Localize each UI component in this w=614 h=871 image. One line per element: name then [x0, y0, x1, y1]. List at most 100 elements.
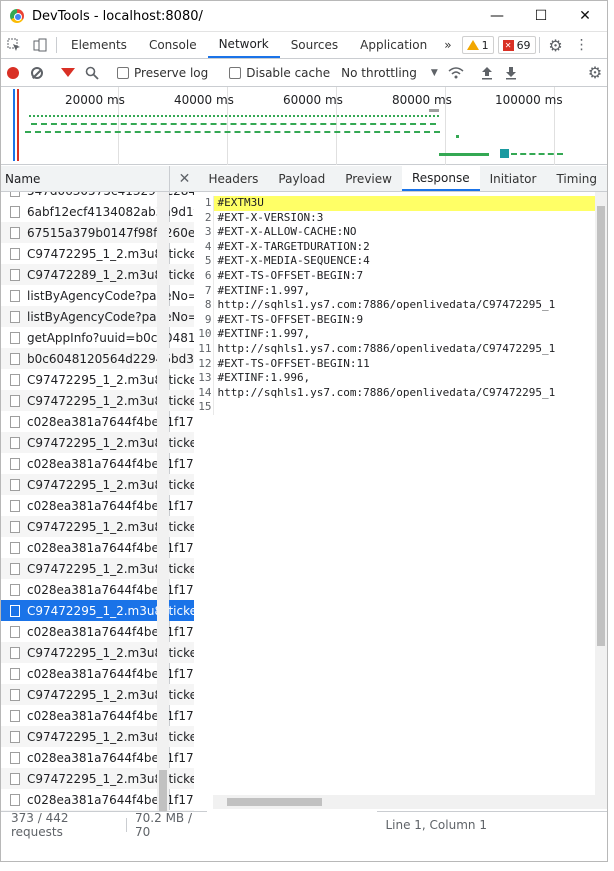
maximize-button[interactable]: ☐	[519, 1, 563, 32]
response-vertical-scrollbar[interactable]	[595, 192, 607, 809]
waterfall-bar	[511, 153, 563, 155]
disable-cache-checkbox[interactable]	[229, 66, 242, 79]
response-line: #EXTINF:1.997,	[217, 327, 311, 341]
throttling-select[interactable]: No throttling	[341, 66, 417, 80]
line-number: 2	[204, 210, 212, 224]
tick-label: 20000 ms	[65, 93, 125, 107]
clear-button[interactable]	[25, 59, 49, 87]
tick-label: 60000 ms	[283, 93, 343, 107]
preserve-log-checkbox[interactable]	[117, 66, 129, 79]
upload-icon	[481, 66, 492, 79]
details-tabbar: ✕ Headers Payload Preview Response Initi…	[170, 166, 607, 192]
load-event-marker	[17, 89, 19, 161]
response-line: #EXT-TS-OFFSET-BEGIN:11	[217, 356, 370, 370]
row-checkbox	[10, 436, 20, 449]
cursor-position: Line 1, Column 1	[385, 817, 487, 832]
response-line	[214, 400, 595, 415]
line-number: 11	[198, 341, 212, 355]
more-options-icon[interactable]: ⋮	[569, 32, 595, 58]
line-number: 6	[204, 268, 212, 282]
row-checkbox	[10, 192, 20, 197]
row-checkbox	[10, 541, 20, 554]
chevron-down-icon: ▼	[430, 67, 438, 78]
record-button[interactable]	[1, 59, 25, 87]
device-toolbar-icon[interactable]	[27, 32, 53, 58]
filter-icon	[61, 68, 75, 77]
tab-preview[interactable]: Preview	[335, 166, 402, 191]
response-horizontal-scrollbar[interactable]	[213, 795, 595, 809]
row-checkbox	[10, 373, 20, 386]
line-number: 5	[204, 254, 212, 268]
settings-gear-icon[interactable]: ⚙	[543, 32, 569, 58]
network-conditions-button[interactable]	[444, 59, 468, 87]
response-line: #EXTINF:1.997,	[217, 283, 311, 297]
waterfall-bar	[429, 109, 439, 112]
close-details-icon[interactable]: ✕	[170, 166, 198, 191]
response-content[interactable]: #EXTM3U #EXT-X-VERSION:3 #EXT-X-ALLOW-CACH…	[213, 196, 595, 415]
timeline-overview[interactable]: 20000 ms 40000 ms 60000 ms 80000 ms 1000…	[1, 87, 607, 165]
line-number: 9	[204, 312, 212, 326]
import-har-button[interactable]	[475, 59, 499, 87]
row-checkbox	[10, 793, 20, 806]
row-checkbox	[10, 499, 20, 512]
wifi-settings-icon	[448, 66, 464, 78]
request-list-scrollbar[interactable]	[157, 192, 170, 837]
warnings-count: 1	[481, 38, 489, 52]
line-number: 3	[204, 225, 212, 239]
row-checkbox	[10, 268, 20, 281]
tab-sources[interactable]: Sources	[280, 32, 349, 58]
filter-button[interactable]	[56, 59, 80, 87]
scrollbar-thumb[interactable]	[597, 206, 605, 646]
record-icon	[7, 66, 19, 79]
minimize-button[interactable]: —	[475, 1, 519, 32]
network-settings-gear-icon[interactable]: ⚙	[583, 59, 607, 87]
line-number: 13	[198, 371, 212, 385]
response-line: http://sqhls1.ys7.com:7886/openlivedata/…	[217, 298, 556, 312]
tab-network[interactable]: Network	[207, 32, 280, 58]
row-checkbox	[10, 310, 20, 323]
tab-initiator[interactable]: Initiator	[480, 166, 547, 191]
response-line: #EXTINF:1.996,	[217, 371, 311, 385]
inspect-element-icon[interactable]	[1, 32, 27, 58]
scrollbar-thumb[interactable]	[227, 798, 323, 806]
row-checkbox	[10, 625, 20, 638]
row-checkbox	[10, 205, 20, 218]
warnings-badge[interactable]: 1	[461, 36, 494, 54]
waterfall-bar	[31, 123, 436, 125]
response-line: #EXT-TS-OFFSET-BEGIN:9	[217, 312, 364, 326]
tab-timing[interactable]: Timing	[546, 166, 607, 191]
tab-headers[interactable]: Headers	[198, 166, 268, 191]
toolbar-divider	[56, 37, 57, 53]
tab-application[interactable]: Application	[349, 32, 438, 58]
download-icon	[505, 66, 516, 79]
row-checkbox	[10, 289, 20, 302]
line-number: 12	[198, 356, 212, 370]
editor-status-bar: Line 1, Column 1	[377, 811, 607, 837]
preserve-log-label: Preserve log	[134, 65, 209, 80]
response-line: #EXT-X-MEDIA-SEQUENCE:4	[217, 254, 370, 268]
search-button[interactable]	[80, 59, 104, 87]
export-har-button[interactable]	[499, 59, 523, 87]
response-editor[interactable]: 1 2 3 4 5 6 7 8 9 10 11 12 13 14 15 #EXTM3U #EXT-X-VERS…	[170, 192, 595, 809]
row-checkbox	[10, 709, 20, 722]
row-checkbox	[10, 478, 20, 491]
errors-badge[interactable]: ✕ 69	[497, 36, 536, 54]
error-icon: ✕	[502, 39, 514, 51]
name-column-header[interactable]: Name	[1, 166, 170, 192]
network-toolbar: Preserve log Disable cache No throttling…	[1, 59, 607, 87]
request-list-panel: Name 547d0630575c41329fcc2844e 6abf12ecf…	[1, 166, 207, 839]
warning-icon	[466, 40, 479, 50]
tab-elements[interactable]: Elements	[60, 32, 138, 58]
tab-console[interactable]: Console	[138, 32, 208, 58]
clear-icon	[31, 66, 43, 79]
close-window-button[interactable]: ✕	[563, 1, 607, 32]
dom-content-loaded-marker	[13, 89, 15, 161]
row-checkbox	[10, 520, 20, 533]
more-tabs-button[interactable]: »	[438, 32, 457, 58]
row-checkbox	[10, 457, 20, 470]
line-number: 4	[204, 239, 212, 253]
row-checkbox	[10, 226, 20, 239]
tab-payload[interactable]: Payload	[268, 166, 335, 191]
line-number: 10	[198, 327, 212, 341]
tab-response[interactable]: Response	[401, 166, 480, 191]
